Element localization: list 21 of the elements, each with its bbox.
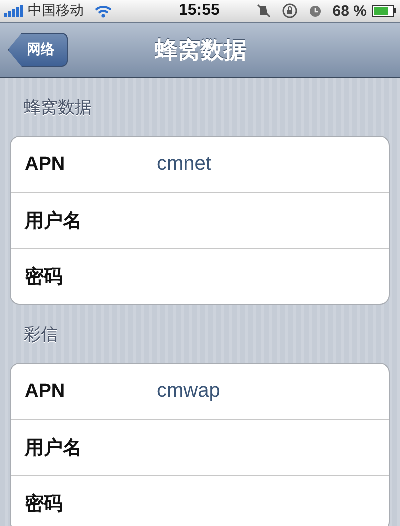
signal-icon	[4, 5, 26, 17]
field-label: 用户名	[25, 436, 83, 460]
field-label: APN	[25, 154, 66, 176]
field-label: 密码	[25, 266, 64, 290]
input-field[interactable]: cmwap	[157, 380, 357, 403]
battery-icon	[372, 5, 396, 17]
field-label: 密码	[25, 492, 64, 516]
section-header: 彩信	[23, 324, 59, 347]
alarm-icon	[308, 4, 322, 18]
back-button[interactable]: 网络	[8, 33, 68, 67]
battery-percentage: 68 %	[332, 2, 367, 20]
rotation-lock-icon	[282, 3, 298, 19]
clock-time: 15:55	[178, 2, 220, 20]
wifi-icon	[95, 4, 112, 18]
carrier-name: 中国移动	[28, 2, 84, 20]
field-label: APN	[25, 380, 66, 402]
section-header: 蜂窝数据	[23, 97, 93, 120]
screen-title: 蜂窝数据	[154, 36, 248, 66]
mute-icon	[256, 4, 271, 18]
field-label: 用户名	[25, 210, 83, 234]
input-field[interactable]: cmnet	[157, 153, 357, 176]
